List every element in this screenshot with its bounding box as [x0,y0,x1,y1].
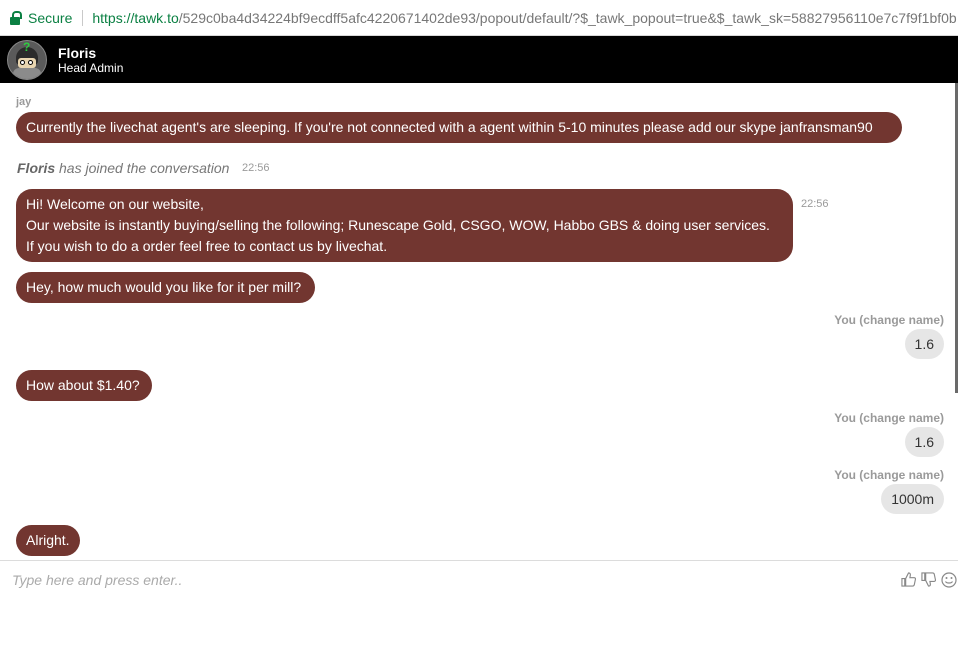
message-sender: jay [16,96,32,108]
agent-message: Currently the livechat agent's are sleep… [16,112,902,143]
secure-label: Secure [28,9,73,26]
lock-icon [10,10,22,25]
url-scheme: https:// [92,9,135,26]
join-name: Floris [17,160,56,176]
agent-message: Alright. [16,525,80,556]
message-text: 1.6 [914,434,934,450]
join-notice: Floris has joined the conversation [17,160,229,176]
visitor-message: 1000m [881,484,944,514]
visitor-message: 1.6 [904,427,944,457]
message-input[interactable] [0,561,880,599]
browser-address-bar[interactable]: Secure https://tawk.to/529c0ba4d34224bf9… [0,0,958,36]
message-line: Our website is instantly buying/selling … [26,217,770,233]
thumbs-down-icon[interactable] [920,572,936,588]
message-text: Alright. [26,532,70,548]
message-time: 22:56 [801,198,829,210]
agent-role: Head Admin [58,60,124,75]
emoji-icon[interactable] [941,572,957,588]
message-composer [0,560,958,646]
address-divider [82,9,84,26]
message-text: Currently the livechat agent's are sleep… [26,119,873,135]
message-line: If you wish to do a order feel free to c… [26,238,388,254]
agent-name: Floris [58,44,97,61]
visitor-name-link[interactable]: You (change name) [834,468,944,482]
message-text: 1.6 [914,336,934,352]
visitor-name-link[interactable]: You (change name) [834,411,944,425]
visitor-name-link[interactable]: You (change name) [834,313,944,327]
message-text: How about $1.40? [26,377,140,393]
thumbs-up-icon[interactable] [900,572,916,588]
agent-avatar: ? [7,39,47,80]
agent-message: Hey, how much would you like for it per … [16,272,315,303]
message-time: 22:56 [242,162,270,174]
url-host: tawk.to [134,9,179,26]
join-text: has joined the conversation [55,160,230,176]
message-line: Hi! Welcome on our website, [26,196,204,212]
chat-header: ? Floris Head Admin [0,36,958,83]
url-path: /529c0ba4d34224bf9ecdff5afc4220671402de9… [178,9,957,26]
agent-message: How about $1.40? [16,370,152,401]
agent-message: Hi! Welcome on our website, Our website … [16,189,793,262]
message-text: Hey, how much would you like for it per … [26,279,302,295]
url-text[interactable]: https://tawk.to/529c0ba4d34224bf9ecdff5a… [92,10,956,26]
visitor-message: 1.6 [904,329,944,359]
message-text: 1000m [891,491,934,507]
